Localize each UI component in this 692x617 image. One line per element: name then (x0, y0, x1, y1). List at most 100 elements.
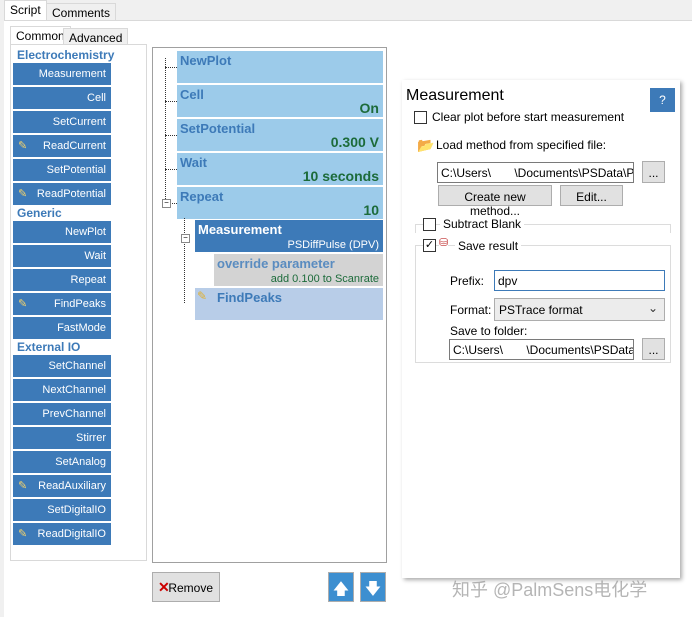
tab-comments[interactable]: Comments (46, 3, 117, 21)
toolbox-item-label: Cell (87, 92, 106, 104)
pencil-icon: ✎ (18, 298, 28, 310)
clear-plot-label: Clear plot before start measurement (432, 110, 625, 124)
tab-advanced[interactable]: Advanced (63, 28, 129, 45)
format-value: PSTrace format (499, 303, 583, 317)
toolbox-item-readcurrent[interactable]: ✎ ReadCurrent (13, 135, 111, 157)
open-folder-icon: 📂 (417, 137, 435, 153)
node-value: PSDiffPulse (DPV) (287, 239, 380, 251)
tree-node-wait[interactable]: Wait 10 seconds (177, 153, 383, 185)
tree-node-measurement[interactable]: Measurement PSDiffPulse (DPV) (195, 220, 383, 252)
node-title: FindPeaks (217, 290, 283, 305)
toolbox-item-wait[interactable]: Wait (13, 245, 111, 267)
script-tree: NewPlot Cell On SetPotential 0.300 V Wait 10 s… (152, 47, 387, 563)
remove-button[interactable]: ✕ Remove (152, 572, 220, 602)
toolbox-item-label: Stirrer (76, 432, 106, 444)
node-title: NewPlot (180, 53, 232, 68)
save-result-label: Save result (455, 239, 522, 253)
toolbox-item-label: NewPlot (65, 226, 106, 238)
save-result-icon: ⛁ (439, 236, 449, 249)
chevron-down-icon: ⌄ (647, 301, 658, 315)
toolbox-item-prevchannel[interactable]: PrevChannel (13, 403, 111, 425)
tree-node-newplot[interactable]: NewPlot (177, 51, 383, 83)
collapse-repeat-icon[interactable]: − (162, 199, 171, 208)
tree-node-setpotential[interactable]: SetPotential 0.300 V (177, 119, 383, 151)
panel-title: Measurement (406, 87, 504, 104)
toolbox-item-stirrer[interactable]: Stirrer (13, 427, 111, 449)
toolbox-item-findpeaks[interactable]: ✎ FindPeaks (13, 293, 111, 315)
toolbox-item-setcurrent[interactable]: SetCurrent (13, 111, 111, 133)
browse-method-button[interactable]: ... (642, 161, 665, 183)
toolbox-item-label: ReadPotential (36, 188, 106, 200)
tab-script[interactable]: Script (4, 0, 47, 21)
save-folder-input[interactable]: C:\Users\ \Documents\PSData (449, 339, 634, 360)
toolbox-item-label: NextChannel (42, 384, 106, 396)
toolbox-item-setanalog[interactable]: SetAnalog (13, 451, 111, 473)
toolbox-group-title: Electrochemistry (17, 48, 115, 62)
toolbox-item-measurement[interactable]: Measurement (13, 63, 111, 85)
toolbox-item-label: SetPotential (46, 164, 106, 176)
edit-method-button[interactable]: Edit... (560, 185, 623, 206)
toolbox-item-setchannel[interactable]: SetChannel (13, 355, 111, 377)
toolbox-item-label: SetDigitalIO (47, 504, 106, 516)
format-select[interactable]: PSTrace format ⌄ (494, 298, 665, 321)
toolbox-item-label: SetCurrent (52, 116, 106, 128)
tree-node-cell[interactable]: Cell On (177, 85, 383, 117)
toolbox-group-title: Generic (17, 206, 62, 220)
toolbox-item-fastmode[interactable]: FastMode (13, 317, 111, 339)
browse-folder-button[interactable]: ... (642, 338, 665, 360)
toolbox-item-nextchannel[interactable]: NextChannel (13, 379, 111, 401)
prefix-input[interactable]: dpv (494, 270, 665, 291)
node-value: 10 seconds (302, 168, 379, 184)
help-button[interactable]: ? (650, 88, 675, 112)
node-value: 10 (363, 202, 379, 218)
toolbox-item-label: FindPeaks (54, 298, 106, 310)
toolbox-item-label: SetChannel (48, 360, 107, 372)
move-up-button[interactable]: 🡅 (328, 572, 354, 602)
watermark: 知乎 @PalmSens电化学 (452, 580, 648, 600)
toolbox-group-title: External IO (17, 340, 81, 354)
toolbox-item-label: Repeat (70, 274, 106, 286)
node-title: Repeat (180, 189, 224, 204)
tree-node-override-parameter[interactable]: override parameter add 0.100 to Scanrate (214, 254, 383, 286)
pencil-icon: ✎ (18, 188, 28, 200)
toolbox-item-label: SetAnalog (55, 456, 106, 468)
pencil-icon: ✎ (197, 289, 208, 303)
node-title: Wait (180, 155, 207, 170)
tree-node-repeat[interactable]: Repeat 10 (177, 187, 383, 219)
tab-common[interactable]: Common (10, 26, 71, 45)
subtract-blank-label: Subtract Blank (440, 217, 525, 231)
toolbox-item-readauxiliary[interactable]: ✎ ReadAuxiliary (13, 475, 111, 497)
load-method-label: Load method from specified file: (436, 138, 607, 152)
pencil-icon: ✎ (18, 140, 28, 152)
save-folder-label: Save to folder: (450, 324, 528, 338)
toolbox-item-readpotential[interactable]: ✎ ReadPotential (13, 183, 111, 205)
toolbox-item-label: PrevChannel (42, 408, 106, 420)
toolbox-item-label: ReadCurrent (43, 140, 106, 152)
toolbox-item-repeat[interactable]: Repeat (13, 269, 111, 291)
node-value: On (359, 100, 379, 116)
remove-label: Remove (168, 581, 213, 595)
node-value: add 0.100 to Scanrate (270, 273, 379, 285)
create-method-button[interactable]: Create new method... (438, 185, 552, 218)
toolbox-item-setpotential[interactable]: SetPotential (13, 159, 111, 181)
toolbox-item-label: Wait (84, 250, 106, 262)
format-label: Format: (450, 303, 492, 317)
method-path-input[interactable]: C:\Users\ \Documents\PSData\PS (437, 162, 634, 183)
tree-node-findpeaks[interactable]: ✎ FindPeaks (195, 288, 383, 320)
toolbox-panel: Electrochemistry Measurement Cell SetCurren… (10, 44, 147, 561)
move-down-button[interactable]: 🡇 (360, 572, 386, 602)
toolbox-item-newplot[interactable]: NewPlot (13, 221, 111, 243)
pencil-icon: ✎ (18, 480, 28, 492)
save-result-checkbox[interactable]: ✓ (423, 239, 436, 252)
clear-plot-checkbox[interactable] (414, 111, 427, 124)
toolbox-item-readdigitalio[interactable]: ✎ ReadDigitalIO (13, 523, 111, 545)
collapse-measurement-icon[interactable]: − (181, 234, 190, 243)
node-title: Measurement (198, 222, 282, 237)
node-title: SetPotential (180, 121, 256, 136)
subtract-blank-checkbox[interactable] (423, 218, 436, 231)
toolbox-item-label: Measurement (38, 68, 106, 80)
toolbox-item-setdigitalio[interactable]: SetDigitalIO (13, 499, 111, 521)
toolbox-item-cell[interactable]: Cell (13, 87, 111, 109)
pencil-icon: ✎ (18, 528, 28, 540)
node-value: 0.300 V (330, 134, 379, 150)
